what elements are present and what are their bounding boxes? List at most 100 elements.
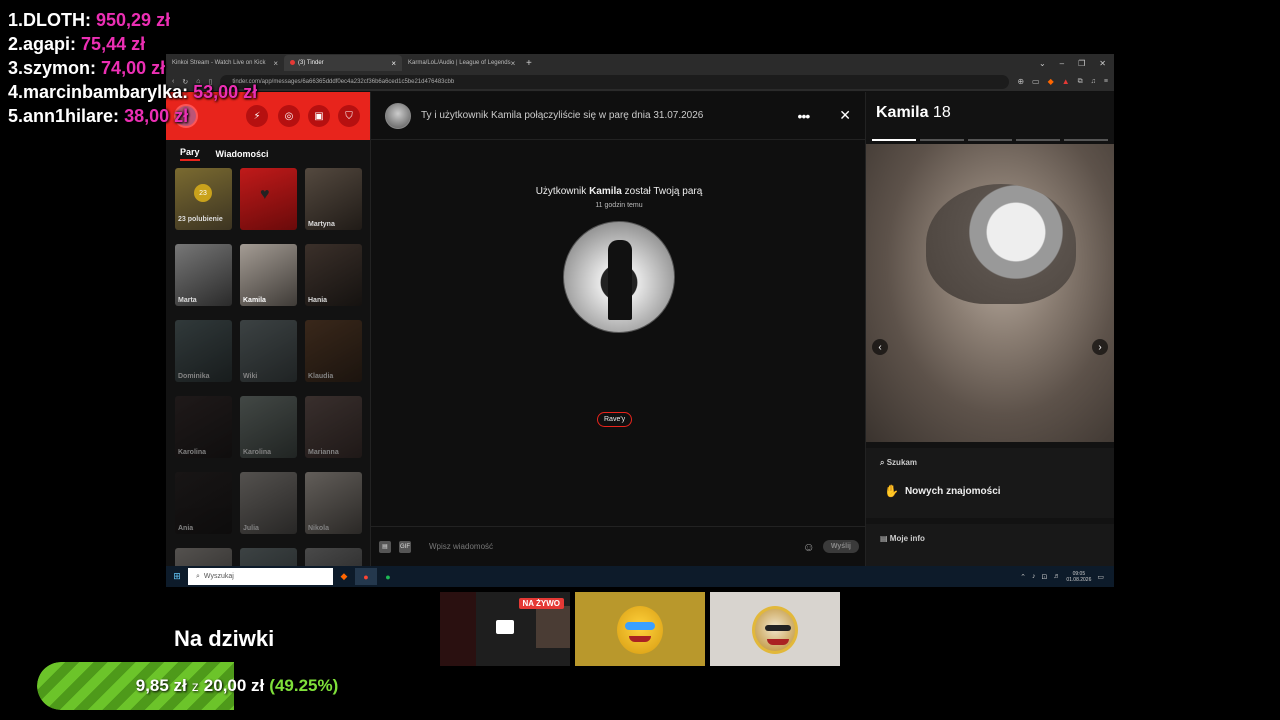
windows-start-icon[interactable]: ⊞ [166, 571, 188, 582]
photo-indicator-bar[interactable] [1064, 139, 1108, 141]
match-card-selected[interactable]: Kamila [240, 244, 297, 306]
taskbar-search[interactable]: ⌕ Wyszukaj [188, 568, 333, 585]
volume-icon[interactable]: ♬ [1053, 573, 1060, 580]
gold-promo-card[interactable]: ♥ [240, 168, 297, 230]
photo-indicator-bar[interactable] [872, 139, 916, 141]
info-icon: ▤ [880, 534, 888, 543]
chevron-up-icon[interactable]: ⌃ [1020, 573, 1026, 581]
cat-photo [926, 184, 1076, 304]
emoji-icon[interactable]: ☺ [803, 540, 815, 554]
looking-for-label: ⌕ Szukam [880, 458, 917, 467]
clock[interactable]: 09:05 01.08.2026 [1066, 571, 1091, 583]
match-photo[interactable] [563, 221, 675, 333]
tab-messages[interactable]: Wiadomości [216, 149, 269, 159]
match-card[interactable]: Klaudia [305, 320, 362, 382]
microphone-icon[interactable]: ♪ [1032, 573, 1036, 580]
match-card[interactable]: Wiki [240, 320, 297, 382]
brave-icon[interactable]: ◆ [333, 568, 355, 585]
message-composer: ▤ GIF Wpisz wiadomość ☺ Wyślij [371, 526, 867, 566]
share-icon[interactable]: ▭ [1032, 77, 1040, 86]
close-icon[interactable]: × [391, 59, 396, 68]
explore-icon[interactable]: ◎ [278, 105, 300, 127]
cool-face-icon [617, 606, 663, 654]
network-icon[interactable]: ⊡ [1041, 573, 1047, 581]
match-card[interactable] [240, 548, 297, 566]
browser-tab-league[interactable]: Karma/LoL/Audio | League of Legends × [402, 55, 520, 71]
close-icon[interactable]: × [511, 59, 516, 68]
chevron-down-icon[interactable]: ⌄ [1039, 59, 1046, 68]
photo-indicator-bar[interactable] [920, 139, 964, 141]
message-input[interactable]: Wpisz wiadomość [419, 542, 795, 551]
matches-sidebar: ⚡ ◎ ▣ ⛉ Pary Wiadomości 23 23 polubienie… [166, 92, 370, 566]
more-options-icon[interactable]: ••• [798, 108, 811, 124]
next-photo-icon[interactable]: › [1092, 339, 1108, 355]
match-card[interactable] [175, 548, 232, 566]
close-icon[interactable]: ✕ [839, 107, 851, 124]
send-button[interactable]: Wyślij [822, 540, 859, 553]
match-card[interactable]: Martyna [305, 168, 362, 230]
match-card[interactable]: Karolina [240, 396, 297, 458]
photo-indicator-bar[interactable] [1016, 139, 1060, 141]
likes-count-badge: 23 [194, 184, 212, 202]
sidebar-tabs: Pary Wiadomości [166, 140, 370, 168]
briefcase-icon[interactable]: ▣ [308, 105, 330, 127]
leaderboard-row: 5.ann1hilare: 38,00 zł [8, 106, 189, 126]
goal-progress-text: 9,85 zł z 20,00 zł (49.25%) [135, 676, 339, 695]
looking-for-value: ✋ Nowych znajomości [884, 484, 1001, 498]
photo-indicator-bar[interactable] [968, 139, 1012, 141]
match-card[interactable]: Dominika [175, 320, 232, 382]
match-card[interactable]: Marta [175, 244, 232, 306]
chat-header: Ty i użytkownik Kamila połączyliście się… [371, 92, 865, 140]
chat-header-text: Ty i użytkownik Kamila połączyliście się… [421, 110, 704, 121]
menu-icon[interactable]: ≡ [1104, 78, 1108, 85]
joker-face-icon [752, 606, 798, 654]
previous-photo-icon[interactable]: ‹ [872, 339, 888, 355]
tinder-page: ⚡ ◎ ▣ ⛉ Pary Wiadomości 23 23 polubienie… [166, 92, 1114, 566]
match-card[interactable]: Ania [175, 472, 232, 534]
url-field[interactable]: tinder.com/app/messages/6a66365dddf0ec4a… [220, 74, 1010, 89]
match-card[interactable]: Nikola [305, 472, 362, 534]
windows-taskbar: ⊞ ⌕ Wyszukaj ◆ ● ● ⌃ ♪ ⊡ ♬ 09:05 01.08.202… [166, 566, 1114, 587]
live-preview-thumbnail: NA ŻYWO [440, 592, 570, 666]
tab-bar: Kinkoi Stream - Watch Live on Kick × (3) … [166, 54, 1114, 72]
live-badge: NA ŻYWO [518, 598, 564, 609]
leaderboard-row: 1.DLOTH: 950,29 zł [8, 10, 171, 30]
profile-name: Kamila 18 [876, 104, 951, 121]
stream-overlay: 1.DLOTH: 950,29 zł 2.agapi: 75,44 zł 3.s… [0, 0, 1280, 720]
joker-emote [710, 592, 840, 666]
monitor-icon [496, 620, 514, 634]
sticker-icon[interactable]: ▤ [379, 540, 391, 553]
shield-extension-icon[interactable]: ◆ [1048, 77, 1054, 86]
spotify-icon[interactable]: ● [377, 568, 399, 585]
media-icon[interactable]: ♫ [1091, 78, 1096, 85]
donation-leaderboard: 1.DLOTH: 950,29 zł 2.agapi: 75,44 zł 3.s… [8, 8, 257, 128]
shield-icon[interactable]: ⛉ [338, 105, 360, 127]
match-card[interactable]: Julia [240, 472, 297, 534]
notifications-icon[interactable]: ▭ [1097, 573, 1104, 581]
gif-button[interactable]: GIF [399, 540, 411, 553]
chat-panel: Ty i użytkownik Kamila połączyliście się… [370, 92, 867, 566]
tab-matches[interactable]: Pary [180, 147, 200, 161]
match-card[interactable] [305, 548, 362, 566]
match-timestamp: 11 godzin temu [595, 202, 643, 209]
match-card[interactable]: Hania [305, 244, 362, 306]
maximize-icon[interactable]: ❐ [1078, 59, 1085, 68]
interest-tag: Rave'y [597, 412, 633, 427]
profile-photo[interactable]: ‹ › [866, 144, 1114, 442]
likes-card[interactable]: 23 23 polubienie [175, 168, 232, 230]
match-card[interactable]: Karolina [175, 396, 232, 458]
photo-indicator [872, 139, 1108, 141]
extensions-icon[interactable]: ⧉ [1078, 78, 1083, 86]
minimize-icon[interactable]: – [1060, 59, 1064, 68]
chrome-icon[interactable]: ● [355, 568, 377, 585]
match-avatar[interactable] [385, 102, 411, 129]
browser-tab-tinder[interactable]: (3) Tinder × [284, 55, 402, 71]
zoom-icon[interactable]: ⊕ [1017, 77, 1024, 86]
rewards-icon[interactable]: ▲ [1062, 77, 1070, 86]
tinder-favicon-icon [290, 59, 295, 65]
heart-icon: ♥ [260, 186, 270, 203]
close-icon[interactable]: × [273, 59, 278, 68]
close-window-icon[interactable]: ✕ [1099, 59, 1106, 68]
new-tab-icon[interactable]: + [526, 58, 532, 69]
match-card[interactable]: Marianna [305, 396, 362, 458]
